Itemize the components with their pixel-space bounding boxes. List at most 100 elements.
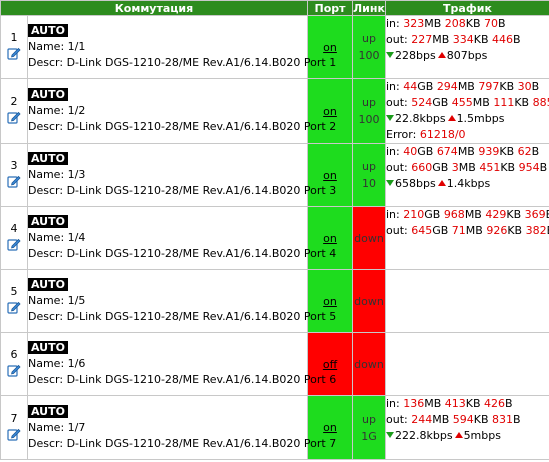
descr-label: Descr: <box>28 373 67 386</box>
name-line: Name: 1/6 <box>28 356 307 372</box>
edit-icon[interactable] <box>7 174 21 188</box>
auto-badge: AUTO <box>28 24 68 37</box>
port-number: 3 <box>10 159 18 172</box>
in-label: in: <box>386 17 404 30</box>
port-number-cell: 2 <box>0 78 28 144</box>
out-unit: MB <box>458 161 480 174</box>
rate-down: 228bps <box>395 49 436 62</box>
out-unit: MB <box>472 96 494 109</box>
descr-line: Descr: D-Link DGS-1210-28/ME Rev.A1/6.14… <box>28 183 336 199</box>
port-state-toggle[interactable]: on <box>323 421 337 434</box>
link-speed: 100 <box>358 49 380 62</box>
traffic-out-line: out: 244MB 594KB 831B <box>386 412 549 428</box>
port-state-cell: on <box>307 78 353 144</box>
rate-up: 1.4kbps <box>446 177 491 190</box>
port-descr: D-Link DGS-1210-28/ME Rev.A1/6.14.B020 P… <box>66 56 337 69</box>
in-value: 30 <box>517 80 532 93</box>
traffic-cell <box>385 332 549 396</box>
in-value: 44 <box>403 80 418 93</box>
in-unit: GB <box>417 80 437 93</box>
traffic-cell: in: 136MB 413KB 426B out: 244MB 594KB 831… <box>385 395 549 460</box>
name-label: Name: <box>28 168 68 181</box>
out-value: 244 <box>411 413 433 426</box>
link-speed: 100 <box>358 113 380 126</box>
in-unit: B <box>505 397 513 410</box>
in-unit: GB <box>417 145 437 158</box>
name-line: Name: 1/1 <box>28 39 307 55</box>
out-value: 831 <box>492 413 514 426</box>
rate-up: 807bps <box>446 49 488 62</box>
out-value: 524 <box>411 96 433 109</box>
edit-icon[interactable] <box>7 300 21 314</box>
in-value: 369 <box>524 208 546 221</box>
port-state-cell: on <box>307 269 353 333</box>
link-status-cell: down <box>352 269 386 333</box>
port-state-toggle[interactable]: on <box>323 232 337 245</box>
descr-line: Descr: D-Link DGS-1210-28/ME Rev.A1/6.14… <box>28 246 336 262</box>
port-descr: D-Link DGS-1210-28/ME Rev.A1/6.14.B020 P… <box>66 120 337 133</box>
in-unit: KB <box>506 208 525 221</box>
in-value: 429 <box>485 208 507 221</box>
out-value: 334 <box>452 33 474 46</box>
out-label: out: <box>386 413 412 426</box>
in-value: 939 <box>478 145 500 158</box>
out-unit: KB <box>507 224 526 237</box>
name-line: Name: 1/2 <box>28 103 307 119</box>
port-name: 1/2 <box>67 104 86 117</box>
out-unit: KB <box>514 96 533 109</box>
port-state-cell: on <box>307 206 353 270</box>
auto-badge: AUTO <box>28 215 68 228</box>
port-state-toggle[interactable]: on <box>323 41 337 54</box>
in-unit: MB <box>457 145 479 158</box>
in-unit: MB <box>424 17 445 30</box>
out-value: 227 <box>411 33 433 46</box>
traffic-cell: in: 44GB 294MB 797KB 30B out: 524GB 455MB… <box>385 78 549 144</box>
auto-badge: AUTO <box>28 341 68 354</box>
header-traffic: Трафик <box>385 0 549 16</box>
name-label: Name: <box>28 40 68 53</box>
link-status: up <box>362 32 376 45</box>
traffic-rate-line: 222.8kbps 5mbps <box>386 428 549 444</box>
out-unit: B <box>539 161 548 174</box>
descr-label: Descr: <box>28 310 67 323</box>
link-status: up <box>362 160 376 173</box>
out-unit: B <box>513 413 521 426</box>
in-unit: B <box>546 208 549 221</box>
in-value: 797 <box>478 80 500 93</box>
port-number: 5 <box>10 285 18 298</box>
descr-line: Descr: D-Link DGS-1210-28/ME Rev.A1/6.14… <box>28 119 336 135</box>
edit-icon[interactable] <box>7 110 21 124</box>
port-row: 6 AUTO Name: 1/6 Descr: D-Link DGS-1210-28/… <box>0 332 549 396</box>
out-value: 451 <box>479 161 501 174</box>
port-state-toggle[interactable]: on <box>323 169 337 182</box>
port-description-cell: AUTO Name: 1/7 Descr: D-Link DGS-1210-28/M… <box>27 395 336 460</box>
edit-icon[interactable] <box>7 46 21 60</box>
out-value: 3 <box>451 161 459 174</box>
edit-icon[interactable] <box>7 427 21 441</box>
name-label: Name: <box>28 357 68 370</box>
arrow-down-icon <box>386 115 394 121</box>
port-state-toggle[interactable]: on <box>323 105 337 118</box>
in-unit: MB <box>464 208 486 221</box>
port-name: 1/5 <box>67 294 86 307</box>
name-line: Name: 1/3 <box>28 167 307 183</box>
in-value: 208 <box>444 17 466 30</box>
auto-line: AUTO <box>28 87 307 103</box>
port-state-toggle[interactable]: off <box>323 358 337 371</box>
out-unit: MB <box>432 413 453 426</box>
port-state-toggle[interactable]: on <box>323 295 337 308</box>
port-descr: D-Link DGS-1210-28/ME Rev.A1/6.14.B020 P… <box>66 184 337 197</box>
port-name: 1/6 <box>67 357 86 370</box>
edit-icon[interactable] <box>7 237 21 251</box>
in-value: 323 <box>403 17 425 30</box>
name-label: Name: <box>28 294 68 307</box>
port-descr: D-Link DGS-1210-28/ME Rev.A1/6.14.B020 P… <box>66 436 337 450</box>
header-link: Линк <box>352 0 386 16</box>
in-unit: KB <box>499 145 518 158</box>
out-unit: GB <box>432 224 452 237</box>
out-value: 660 <box>411 161 433 174</box>
edit-icon[interactable] <box>7 363 21 377</box>
out-label: out: <box>386 224 412 237</box>
descr-label: Descr: <box>28 436 67 450</box>
out-label: out: <box>386 161 412 174</box>
